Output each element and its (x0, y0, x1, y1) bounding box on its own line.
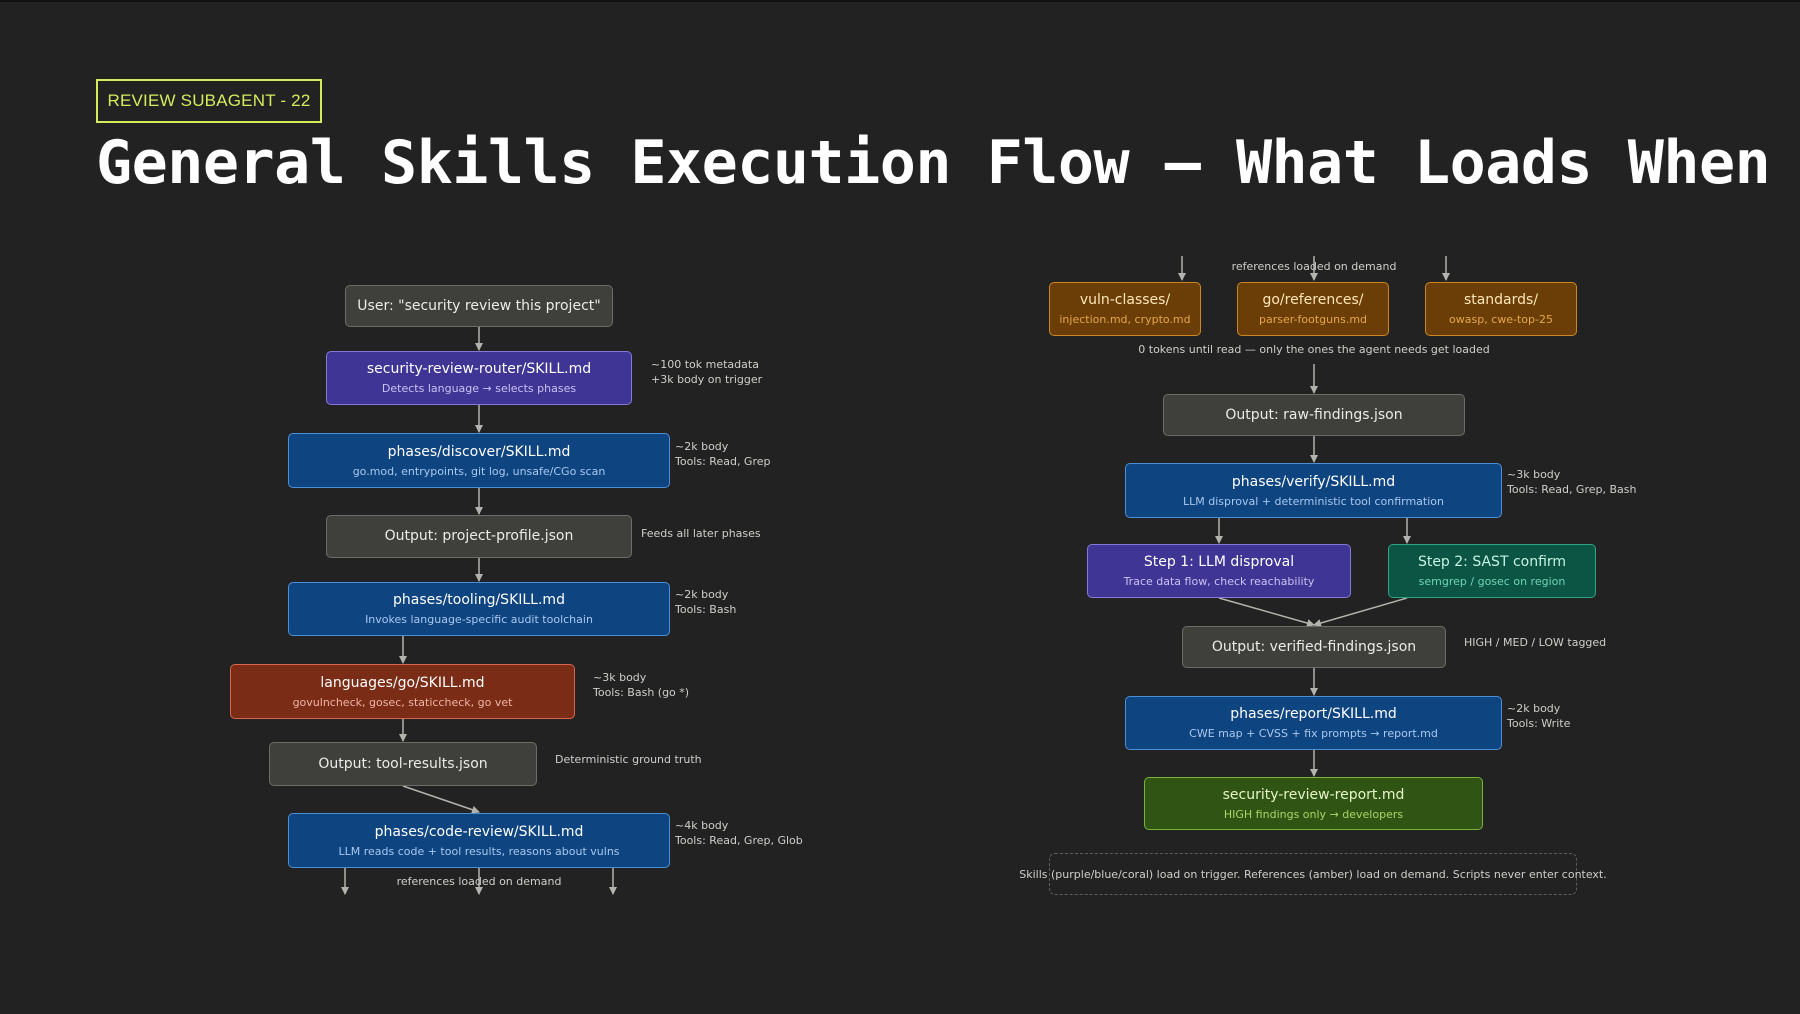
code-review-skill-node: phases/code-review/SKILL.md LLM reads co… (288, 813, 670, 868)
user-prompt-node: User: "security review this project" (345, 285, 613, 327)
node-title: vuln-classes/ (1079, 292, 1171, 308)
node-title: User: "security review this project" (357, 297, 601, 314)
router-skill-node: security-review-router/SKILL.md Detects … (326, 351, 632, 405)
node-subtitle: owasp, cwe-top-25 (1449, 313, 1553, 326)
report-skill-node: phases/report/SKILL.md CWE map + CVSS + … (1125, 696, 1502, 750)
node-subtitle: CWE map + CVSS + fix prompts → report.md (1189, 727, 1438, 740)
node-title: phases/code-review/SKILL.md (374, 823, 584, 840)
node-title: phases/verify/SKILL.md (1231, 473, 1396, 490)
discover-note: ~2k body Tools: Read, Grep (675, 440, 771, 468)
node-subtitle: go.mod, entrypoints, git log, unsafe/CGo… (352, 464, 606, 478)
node-title: standards/ (1463, 292, 1539, 308)
raw-findings-output-node: Output: raw-findings.json (1163, 394, 1465, 436)
go-language-note: ~3k body Tools: Bash (go *) (593, 671, 690, 699)
tooling-skill-node: phases/tooling/SKILL.md Invokes language… (288, 582, 670, 636)
node-title: phases/discover/SKILL.md (387, 443, 571, 460)
arrow-toolresults-to-codereview (402, 785, 480, 814)
node-subtitle: semgrep / gosec on region (1418, 575, 1566, 588)
step2-sast-confirm-node: Step 2: SAST confirm semgrep / gosec on … (1388, 544, 1596, 598)
node-title: Output: tool-results.json (318, 755, 488, 772)
vuln-classes-reference-node: vuln-classes/ injection.md, crypto.md (1049, 282, 1201, 336)
standards-reference-node: standards/ owasp, cwe-top-25 (1425, 282, 1577, 336)
node-title: phases/tooling/SKILL.md (393, 592, 565, 608)
router-note: ~100 tok metadata +3k body on trigger (651, 358, 763, 386)
legend-note: Skills (purple/blue/coral) load on trigg… (1019, 853, 1607, 895)
tool-results-output-node: Output: tool-results.json (269, 742, 537, 786)
right-references-caption: references loaded on demand (1231, 260, 1397, 273)
node-title: Step 2: SAST confirm (1417, 554, 1567, 570)
code-review-note: ~4k body Tools: Read, Grep, Glob (675, 819, 803, 847)
go-language-skill-node: languages/go/SKILL.md govulncheck, gosec… (230, 664, 575, 719)
final-report-node: security-review-report.md HIGH findings … (1144, 777, 1483, 830)
report-note: ~2k body Tools: Write (1507, 702, 1571, 730)
verified-findings-output-node: Output: verified-findings.json (1182, 626, 1446, 668)
node-title: go/references/ (1262, 292, 1364, 308)
node-title: Output: raw-findings.json (1225, 406, 1403, 423)
arrow-step1-to-verified (1218, 597, 1315, 627)
project-profile-output-node: Output: project-profile.json (326, 515, 632, 558)
node-subtitle: Invokes language-specific audit toolchai… (365, 613, 593, 626)
node-title: Output: verified-findings.json (1211, 638, 1417, 655)
node-subtitle: HIGH findings only → developers (1223, 807, 1404, 821)
left-references-caption: references loaded on demand (396, 875, 562, 888)
node-subtitle: LLM disproval + deterministic tool confi… (1183, 494, 1444, 508)
verify-note: ~3k body Tools: Read, Grep, Bash (1507, 468, 1637, 496)
node-subtitle: Detects language → selects phases (381, 382, 577, 395)
node-title: phases/report/SKILL.md (1230, 706, 1397, 722)
node-title: languages/go/SKILL.md (320, 674, 485, 691)
tooling-note: ~2k body Tools: Bash (675, 588, 737, 616)
node-title: security-review-router/SKILL.md (366, 361, 592, 377)
project-profile-note: Feeds all later phases (641, 527, 761, 540)
step1-llm-disproval-node: Step 1: LLM disproval Trace data flow, c… (1087, 544, 1351, 598)
arrow-step2-to-verified (1313, 597, 1408, 627)
node-subtitle: govulncheck, gosec, staticcheck, go vet (292, 695, 513, 709)
node-title: Step 1: LLM disproval (1143, 554, 1295, 570)
node-subtitle: Trace data flow, check reachability (1123, 575, 1315, 588)
discover-skill-node: phases/discover/SKILL.md go.mod, entrypo… (288, 433, 670, 488)
verify-skill-node: phases/verify/SKILL.md LLM disproval + d… (1125, 463, 1502, 518)
verified-findings-note: HIGH / MED / LOW tagged (1464, 636, 1607, 649)
node-subtitle: LLM reads code + tool results, reasons a… (338, 844, 620, 858)
tool-results-note: Deterministic ground truth (555, 753, 702, 766)
node-title: Output: project-profile.json (384, 528, 574, 544)
tokens-caption: 0 tokens until read — only the ones the … (1138, 343, 1490, 356)
node-title: security-review-report.md (1222, 786, 1405, 803)
node-subtitle: parser-footguns.md (1258, 313, 1368, 326)
go-references-node: go/references/ parser-footguns.md (1237, 282, 1389, 336)
node-subtitle: injection.md, crypto.md (1059, 313, 1191, 326)
